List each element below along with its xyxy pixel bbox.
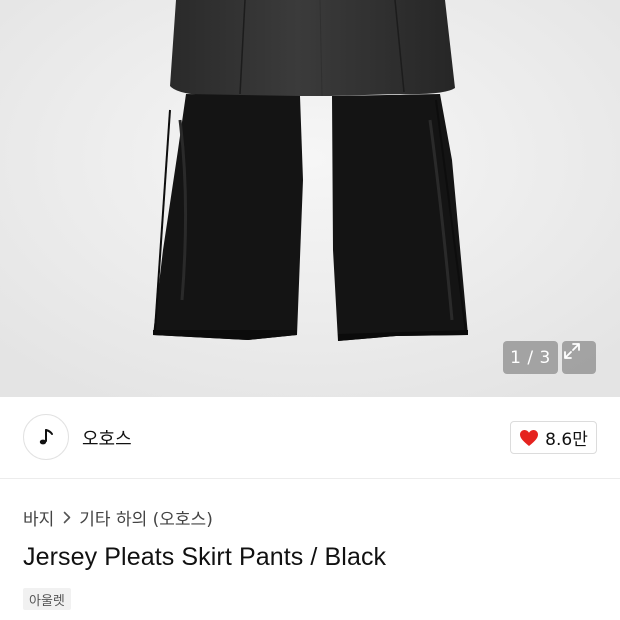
like-button[interactable]: 8.6만 (510, 421, 597, 454)
breadcrumb-item-category[interactable]: 바지 (23, 505, 54, 530)
expand-arrows-icon (564, 343, 580, 359)
brand-name[interactable]: 오호스 (82, 425, 132, 451)
chevron-right-icon (63, 511, 71, 524)
brand-row: 오호스 8.6만 (0, 397, 620, 479)
like-count: 8.6만 (545, 430, 588, 450)
product-title: Jersey Pleats Skirt Pants / Black (23, 543, 387, 571)
product-image-gallery[interactable]: 1 / 3 (0, 0, 620, 397)
brand-logo[interactable] (23, 414, 69, 460)
music-note-logo-icon (39, 429, 53, 445)
outlet-tag: 아울렛 (23, 588, 71, 610)
breadcrumb-item-subcategory[interactable]: 기타 하의 (오호스) (79, 505, 213, 530)
breadcrumb: 바지 기타 하의 (오호스) (23, 505, 213, 530)
heart-icon (520, 429, 539, 446)
image-counter: 1 / 3 (503, 341, 558, 374)
product-image (0, 0, 620, 397)
expand-button[interactable] (562, 341, 596, 374)
